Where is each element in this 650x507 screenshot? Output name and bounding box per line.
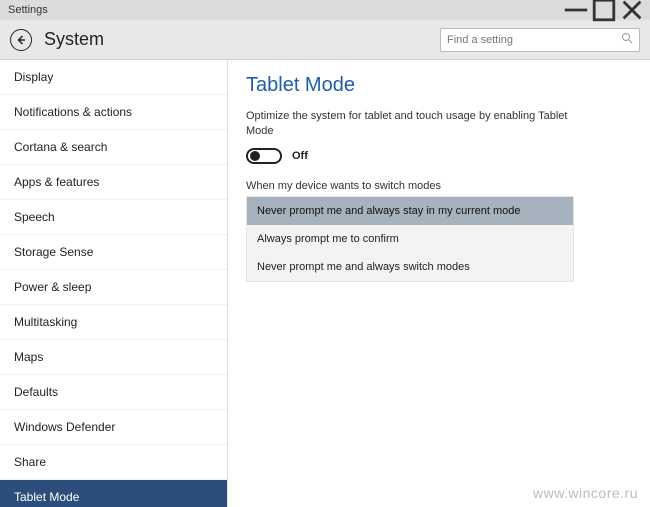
switch-mode-dropdown[interactable]: Never prompt me and always stay in my cu… xyxy=(246,196,574,282)
search-input[interactable] xyxy=(447,34,621,46)
sidebar-item-label: Power & sleep xyxy=(14,280,91,294)
sidebar-item-notifications-actions[interactable]: Notifications & actions xyxy=(0,95,227,130)
tablet-mode-toggle-row: Off xyxy=(246,148,632,164)
sidebar-item-label: Display xyxy=(14,70,53,84)
watermark: www.wincore.ru xyxy=(533,485,638,501)
titlebar: Settings xyxy=(0,0,650,20)
content-description: Optimize the system for tablet and touch… xyxy=(246,109,586,140)
sidebar-item-label: Notifications & actions xyxy=(14,105,132,119)
sidebar-item-label: Maps xyxy=(14,350,43,364)
window-title: Settings xyxy=(4,4,562,16)
sidebar-item-label: Share xyxy=(14,455,46,469)
sidebar-item-label: Speech xyxy=(14,210,55,224)
switch-modes-label: When my device wants to switch modes xyxy=(246,180,632,192)
content-heading: Tablet Mode xyxy=(246,74,632,97)
sidebar-item-maps[interactable]: Maps xyxy=(0,340,227,375)
close-button[interactable] xyxy=(618,0,646,20)
sidebar-item-storage-sense[interactable]: Storage Sense xyxy=(0,235,227,270)
sidebar-item-label: Tablet Mode xyxy=(14,490,79,504)
sidebar: Display Notifications & actions Cortana & … xyxy=(0,60,228,507)
sidebar-item-display[interactable]: Display xyxy=(0,60,227,95)
sidebar-item-label: Apps & features xyxy=(14,175,99,189)
header: System xyxy=(0,20,650,60)
dropdown-option[interactable]: Never prompt me and always stay in my cu… xyxy=(247,197,573,225)
sidebar-item-share[interactable]: Share xyxy=(0,445,227,480)
sidebar-item-defaults[interactable]: Defaults xyxy=(0,375,227,410)
maximize-button[interactable] xyxy=(590,0,618,20)
sidebar-item-cortana-search[interactable]: Cortana & search xyxy=(0,130,227,165)
search-icon xyxy=(621,32,633,47)
minimize-button[interactable] xyxy=(562,0,590,20)
back-button[interactable] xyxy=(10,29,32,51)
sidebar-item-label: Multitasking xyxy=(14,315,77,329)
content: Tablet Mode Optimize the system for tabl… xyxy=(228,60,650,507)
sidebar-item-multitasking[interactable]: Multitasking xyxy=(0,305,227,340)
toggle-state-label: Off xyxy=(292,150,308,162)
sidebar-item-speech[interactable]: Speech xyxy=(0,200,227,235)
sidebar-item-label: Defaults xyxy=(14,385,58,399)
sidebar-item-apps-features[interactable]: Apps & features xyxy=(0,165,227,200)
dropdown-option[interactable]: Never prompt me and always switch modes xyxy=(247,253,573,281)
tablet-mode-toggle[interactable] xyxy=(246,148,282,164)
search-box[interactable] xyxy=(440,28,640,52)
sidebar-item-tablet-mode[interactable]: Tablet Mode xyxy=(0,480,227,507)
sidebar-item-label: Cortana & search xyxy=(14,140,107,154)
sidebar-item-windows-defender[interactable]: Windows Defender xyxy=(0,410,227,445)
toggle-knob xyxy=(250,151,260,161)
sidebar-item-label: Windows Defender xyxy=(14,420,115,434)
page-title: System xyxy=(44,29,440,50)
dropdown-option[interactable]: Always prompt me to confirm xyxy=(247,225,573,253)
sidebar-item-power-sleep[interactable]: Power & sleep xyxy=(0,270,227,305)
sidebar-item-label: Storage Sense xyxy=(14,245,93,259)
